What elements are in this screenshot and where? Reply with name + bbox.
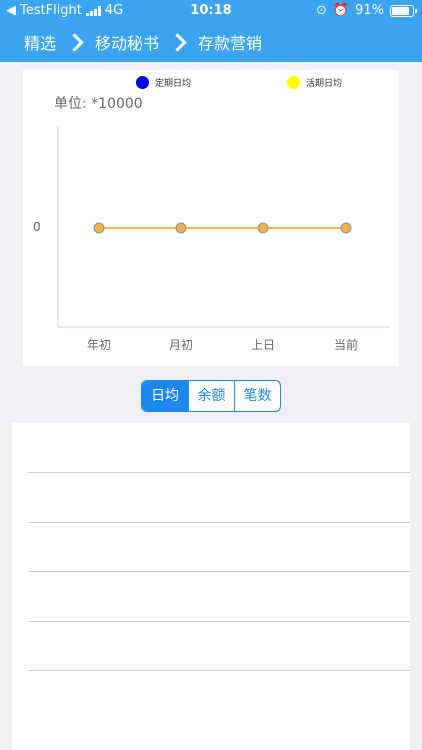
table-row (28, 522, 410, 570)
x-tick-label: 当前 (333, 338, 358, 352)
data-point[interactable] (93, 222, 105, 234)
segment-count[interactable]: 笔数 (234, 381, 280, 411)
x-tick-label: 月初 (168, 338, 193, 352)
data-point[interactable] (175, 222, 187, 234)
table-row (28, 571, 410, 619)
row-divider (28, 670, 410, 671)
status-right: ⊙ ⏰ 91% (316, 3, 417, 18)
segment-balance[interactable]: 余额 (188, 381, 234, 411)
breadcrumb: 精选 移动秘书 存款营销 (0, 22, 422, 62)
breadcrumb-item-deposit-marketing: 存款营销 (198, 34, 263, 53)
data-table (12, 423, 410, 750)
row-divider (28, 472, 410, 473)
breadcrumb-item-mobile-secretary[interactable]: 移动秘书 (95, 30, 159, 54)
orientation-lock-icon: ⊙ (316, 3, 327, 18)
line-chart (57, 127, 389, 328)
table-row (28, 423, 410, 471)
status-bar: ◀ TestFlight 4G 10:18 ⊙ ⏰ 91% (0, 0, 422, 22)
table-row (28, 621, 410, 669)
data-point[interactable] (340, 222, 352, 234)
chevron-right-icon (168, 32, 187, 52)
alarm-icon: ⏰ (332, 3, 350, 18)
table-row (28, 472, 410, 520)
data-point[interactable] (257, 222, 269, 234)
battery-icon (390, 4, 417, 17)
chart-card: 定期日均 活期日均 单位: *10000 0 年初 月初 上日 当前 (23, 70, 399, 366)
table-row (28, 670, 410, 718)
chevron-right-icon (65, 32, 84, 52)
battery-percent: 91% (355, 3, 384, 18)
row-divider (28, 620, 410, 622)
metric-segmented-control: 日均 余额 笔数 (141, 380, 281, 412)
row-divider (28, 521, 410, 523)
segment-daily-average[interactable]: 日均 (142, 381, 188, 411)
row-divider (28, 571, 410, 572)
x-tick-label: 上日 (250, 338, 275, 352)
x-tick-label: 年初 (86, 338, 111, 352)
breadcrumb-item-featured[interactable]: 精选 (24, 30, 56, 54)
